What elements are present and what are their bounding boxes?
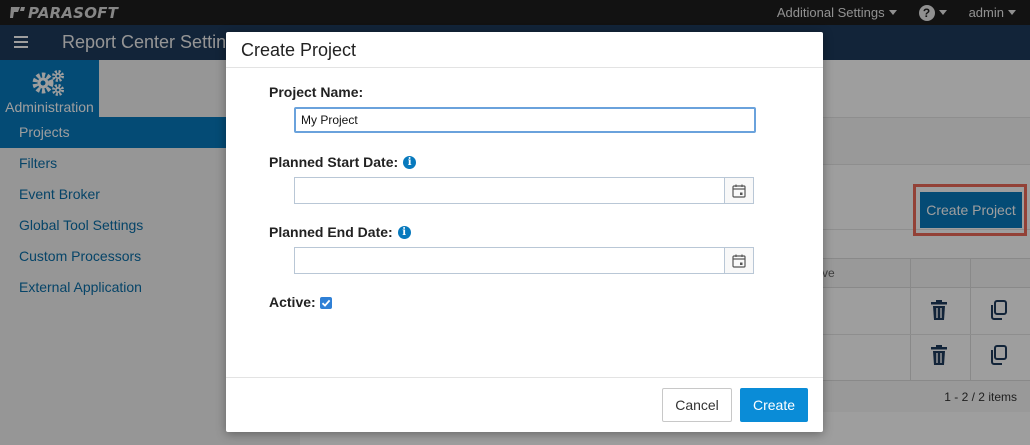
calendar-icon xyxy=(732,254,746,268)
planned-start-date-input[interactable] xyxy=(295,178,725,203)
create-project-dialog: Create Project Project Name: Planned Sta… xyxy=(226,32,823,432)
active-label-text: Active: xyxy=(269,294,316,310)
active-checkbox[interactable] xyxy=(320,297,332,309)
planned-end-date-label-text: Planned End Date: xyxy=(269,224,393,240)
planned-end-date-input[interactable] xyxy=(295,248,725,273)
project-name-label-text: Project Name: xyxy=(269,84,364,100)
calendar-button[interactable] xyxy=(724,248,753,273)
checkmark-icon xyxy=(321,299,331,307)
project-name-input[interactable] xyxy=(294,107,756,133)
create-button[interactable]: Create xyxy=(740,388,808,422)
cancel-button[interactable]: Cancel xyxy=(662,388,732,422)
project-name-label: Project Name: xyxy=(269,84,363,100)
planned-end-date-picker xyxy=(294,247,754,274)
active-label: Active: xyxy=(269,294,316,310)
planned-start-date-label-text: Planned Start Date: xyxy=(269,154,399,170)
info-icon[interactable]: i xyxy=(397,225,411,239)
planned-start-date-picker xyxy=(294,177,754,204)
divider xyxy=(226,67,823,68)
dialog-title: Create Project xyxy=(241,40,357,60)
planned-start-date-label: Planned Start Date: i xyxy=(269,154,417,170)
info-icon[interactable]: i xyxy=(403,155,417,169)
divider xyxy=(226,377,823,378)
calendar-button[interactable] xyxy=(724,178,753,203)
planned-end-date-label: Planned End Date: i xyxy=(269,224,411,240)
calendar-icon xyxy=(732,184,746,198)
